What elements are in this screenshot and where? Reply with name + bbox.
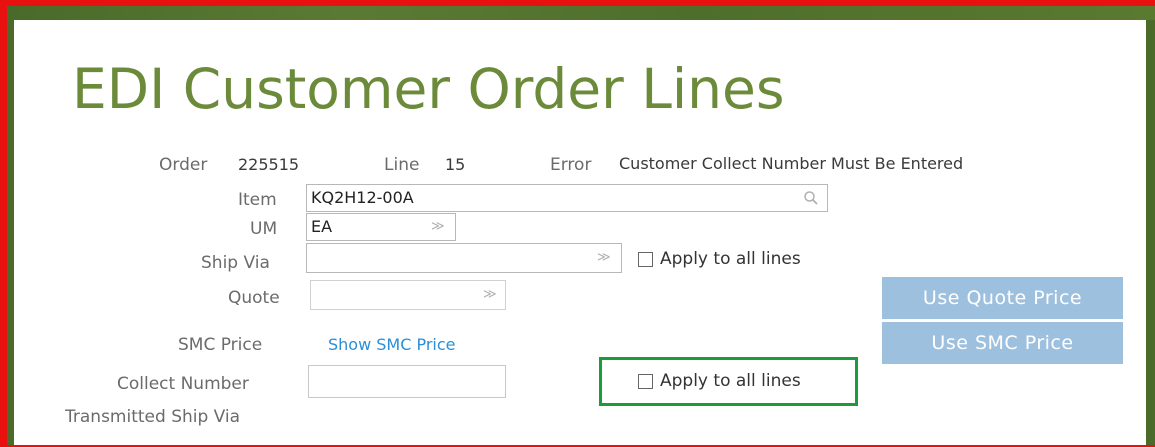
quote-label: Quote [228,288,280,308]
collect-number-input[interactable] [308,365,506,398]
chevron-down-icon: ≫ [597,250,611,265]
collect-apply-checkbox[interactable] [638,374,653,389]
ship-via-apply-label: Apply to all lines [660,249,801,269]
line-value: 15 [445,155,466,174]
item-label: Item [238,190,277,210]
line-label: Line [384,155,420,175]
header-bar [7,6,1155,20]
left-border-strip [7,20,14,445]
ship-via-select[interactable]: ≫ [306,243,622,273]
use-smc-price-button[interactable]: Use SMC Price [882,322,1123,364]
search-icon[interactable] [803,190,819,206]
order-label: Order [159,155,208,175]
page-title: EDI Customer Order Lines [72,57,785,121]
ship-via-label: Ship Via [201,253,270,273]
smc-price-label: SMC Price [178,335,263,355]
item-input-value: KQ2H12-00A [311,188,414,207]
um-select-value: EA [311,217,333,236]
show-smc-price-link[interactable]: Show SMC Price [328,335,456,355]
right-border-strip [1146,20,1155,445]
collect-apply-label: Apply to all lines [660,371,801,391]
chevron-down-icon: ≫ [431,219,445,234]
error-label: Error [550,155,592,175]
collect-number-label: Collect Number [117,374,249,394]
order-value: 225515 [238,155,300,174]
chevron-down-icon: ≫ [483,287,497,302]
ship-via-apply-checkbox[interactable] [638,252,653,267]
um-select[interactable]: EA ≫ [306,213,456,241]
item-input[interactable]: KQ2H12-00A [306,184,828,212]
error-message: Customer Collect Number Must Be Entered [619,154,964,173]
quote-select[interactable]: ≫ [310,280,506,310]
transmitted-ship-via-label: Transmitted Ship Via [65,407,241,427]
um-label: UM [250,219,278,239]
use-quote-price-button[interactable]: Use Quote Price [882,277,1123,319]
